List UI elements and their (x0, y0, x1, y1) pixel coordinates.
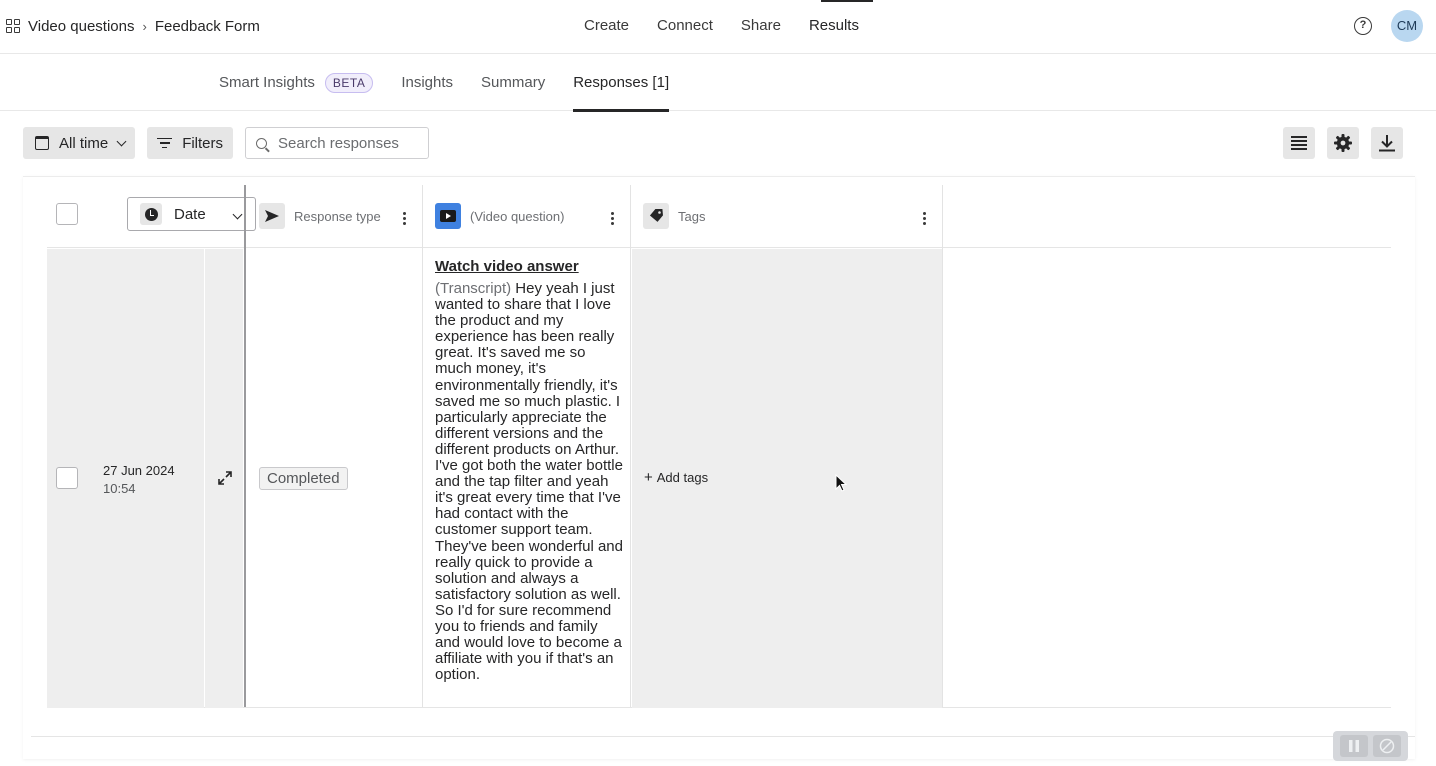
expand-icon[interactable] (217, 470, 233, 486)
search-icon (256, 137, 268, 149)
breadcrumb-item-form[interactable]: Feedback Form (155, 18, 260, 35)
date-range-label: All time (59, 134, 109, 152)
video-play-icon (435, 203, 461, 229)
download-button[interactable] (1371, 127, 1403, 159)
table-row[interactable]: 27 Jun 2024 10:54 Completed Watch video … (47, 249, 1391, 708)
plus-icon: + (644, 469, 653, 486)
filter-icon (157, 136, 173, 150)
download-icon (1379, 135, 1395, 152)
transcript-text: (Transcript) Hey yeah I just wanted to s… (435, 280, 623, 684)
column-label: (Video question) (470, 208, 565, 224)
pen-circle-icon (1380, 738, 1395, 754)
breadcrumb: Video questions › Feedback Form (6, 15, 260, 37)
recording-controls (1333, 731, 1408, 761)
top-nav: Create Connect Share Results (570, 0, 873, 54)
tab-insights[interactable]: Insights (387, 54, 467, 111)
gear-icon (1334, 134, 1352, 152)
search-box[interactable] (245, 127, 430, 159)
column-header-video-question[interactable]: (Video question) (435, 203, 564, 229)
clock-icon (140, 203, 162, 225)
transcript-body: Hey yeah I just wanted to share that I l… (435, 280, 623, 684)
date-column-select[interactable]: Date (127, 197, 256, 231)
tab-label: Smart Insights (219, 73, 315, 91)
nav-results[interactable]: Results (795, 0, 873, 54)
column-label: Tags (678, 208, 706, 224)
responses-table: Date Response type (Video question) Tags (23, 176, 1415, 759)
response-date: 27 Jun 2024 10:54 (103, 462, 175, 498)
pause-button[interactable] (1339, 735, 1368, 757)
list-view-button[interactable] (1283, 127, 1315, 159)
watch-video-link[interactable]: Watch video answer (435, 257, 623, 276)
annotate-button[interactable] (1373, 735, 1402, 757)
video-answer-cell: Watch video answer (Transcript) Hey yeah… (435, 257, 623, 683)
column-label: Response type (294, 208, 381, 224)
column-menu-icon[interactable] (611, 211, 614, 226)
date-range-button[interactable]: All time (23, 127, 136, 159)
table-header: Date Response type (Video question) Tags (47, 185, 1391, 248)
horizontal-scrollbar[interactable] (31, 736, 1415, 737)
search-input[interactable] (278, 134, 419, 152)
nav-create[interactable]: Create (570, 0, 643, 54)
pause-icon (1348, 740, 1359, 752)
breadcrumb-item-workspace[interactable]: Video questions (28, 18, 134, 35)
column-menu-icon[interactable] (403, 211, 406, 226)
help-icon[interactable]: ? (1354, 17, 1372, 35)
settings-button[interactable] (1327, 127, 1359, 159)
date-column-label: Date (174, 205, 206, 223)
tab-smart-insights[interactable]: Smart Insights BETA (205, 54, 387, 111)
table-tools (1283, 127, 1403, 159)
mouse-cursor-icon (835, 474, 847, 492)
chevron-right-icon: › (142, 18, 147, 34)
chevron-down-icon (116, 136, 127, 146)
filters-button[interactable]: Filters (147, 127, 234, 159)
filters-label: Filters (182, 134, 224, 152)
response-date-day: 27 Jun 2024 (103, 463, 175, 478)
column-menu-icon[interactable] (923, 211, 926, 226)
chevron-down-icon (232, 209, 243, 220)
calendar-icon (35, 136, 49, 150)
status-badge: Completed (259, 467, 348, 490)
column-header-response-type[interactable]: Response type (259, 203, 381, 229)
tab-responses[interactable]: Responses [1] (559, 54, 683, 112)
list-view-icon (1291, 136, 1307, 150)
send-arrow-icon (259, 203, 285, 229)
beta-badge: BETA (324, 72, 374, 93)
apps-grid-icon[interactable] (6, 18, 21, 34)
results-tab-bar: Smart Insights BETA Insights Summary Res… (0, 54, 1436, 112)
tab-summary[interactable]: Summary (467, 54, 559, 111)
add-tags-button[interactable]: + Add tags (644, 470, 708, 485)
responses-toolbar: All time Filters (23, 127, 430, 159)
avatar[interactable]: CM (1391, 10, 1423, 42)
tag-icon (643, 203, 669, 229)
nav-connect[interactable]: Connect (643, 0, 727, 54)
response-date-time: 10:54 (103, 481, 136, 496)
transcript-label: (Transcript) (435, 280, 512, 297)
nav-share[interactable]: Share (727, 0, 795, 54)
select-all-checkbox[interactable] (56, 203, 78, 225)
top-bar: Video questions › Feedback Form Create C… (0, 0, 1436, 54)
add-tags-label: Add tags (656, 470, 709, 485)
row-select-checkbox[interactable] (56, 467, 78, 489)
column-header-tags[interactable]: Tags (643, 203, 705, 229)
